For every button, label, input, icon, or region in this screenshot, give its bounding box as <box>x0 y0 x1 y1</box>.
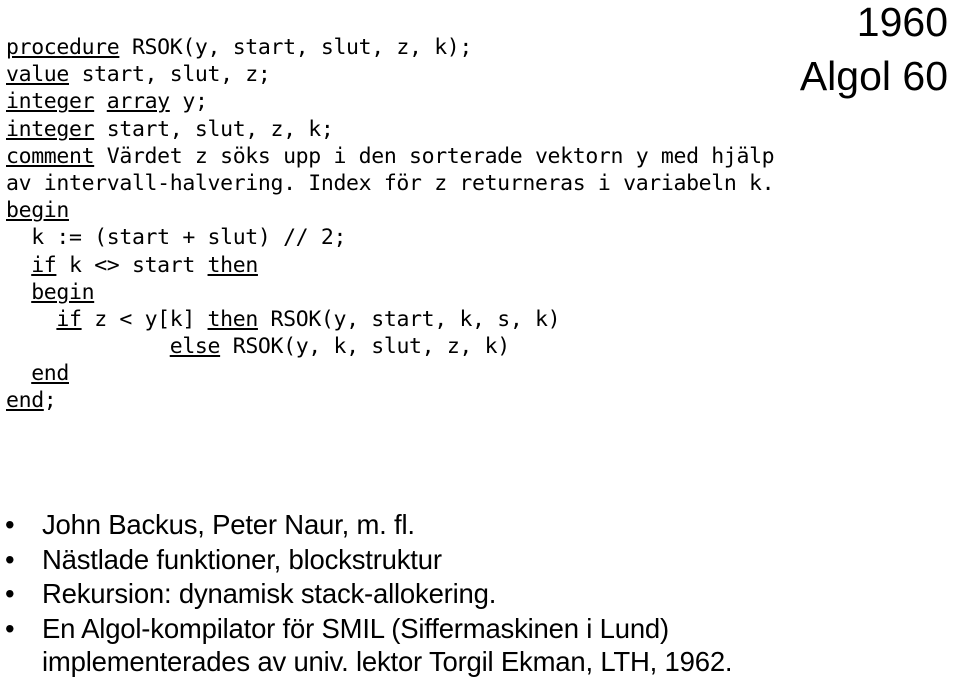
code-keyword: if <box>56 306 82 332</box>
code-line: k := (start + slut) // 2; <box>6 224 774 251</box>
code-keyword: then <box>207 306 259 332</box>
code-line: integer array y; <box>6 88 774 115</box>
code-line: comment Värdet z söks upp i den sorterad… <box>6 143 775 170</box>
code-text: RSOK(y, k, slut, z, k) <box>220 334 510 360</box>
list-item-label-continued: implementerades av univ. lektor Torgil E… <box>42 645 733 677</box>
code-line: end; <box>6 387 774 414</box>
bullet-icon: • <box>5 612 15 644</box>
code-keyword: comment <box>6 143 95 169</box>
list-item: • En Algol-kompilator för SMIL (Siffermas… <box>0 612 960 678</box>
bullet-icon: • <box>5 543 15 575</box>
code-line: begin <box>6 279 774 306</box>
code-line: integer start, slut, z, k; <box>6 116 774 143</box>
code-keyword: begin <box>31 279 95 305</box>
code-line: value start, slut, z; <box>6 61 774 88</box>
code-text: Värdet z söks upp i den sorterade vektor… <box>94 143 775 169</box>
code-line: end <box>6 360 774 387</box>
code-keyword: if <box>31 252 57 278</box>
code-text: av intervall-halvering. Index för z retu… <box>6 170 775 196</box>
code-keyword: value <box>6 62 69 88</box>
code-text: start, slut, z; <box>68 62 271 88</box>
code-keyword: else <box>169 334 221 360</box>
code-text: k <> start <box>56 252 208 278</box>
code-line: if z < y[k] then RSOK(y, start, k, s, k) <box>6 306 774 333</box>
code-text: k := (start + slut) // 2; <box>6 225 347 251</box>
code-line: if k <> start then <box>6 252 774 279</box>
algol-code-listing: procedure RSOK(y, start, slut, z, k); val… <box>6 34 775 415</box>
code-line: av intervall-halvering. Index för z retu… <box>6 170 775 197</box>
bullet-icon: • <box>5 578 15 609</box>
list-item-label: John Backus, Peter Naur, m. fl. <box>42 509 415 540</box>
code-text: start, slut, z, k; <box>94 116 334 142</box>
bullet-list: • John Backus, Peter Naur, m. fl. • Nästlad… <box>0 508 960 678</box>
bullet-icon: • <box>5 509 15 540</box>
code-line: else RSOK(y, k, slut, z, k) <box>6 333 774 360</box>
code-keyword: then <box>207 252 259 278</box>
code-line: begin <box>6 197 774 224</box>
code-text: RSOK(y, start, slut, z, k); <box>119 35 472 60</box>
code-keyword: procedure <box>6 35 120 60</box>
code-keyword: end <box>6 388 44 414</box>
code-line: procedure RSOK(y, start, slut, z, k); <box>6 34 774 61</box>
code-keyword: begin <box>6 198 69 224</box>
code-keyword: integer <box>6 116 95 142</box>
list-item-label: Nästlade funktioner, blockstruktur <box>42 543 442 575</box>
code-keyword: array <box>106 89 170 115</box>
list-item: • Rekursion: dynamisk stack-allokering. <box>0 577 960 610</box>
code-text: y; <box>169 89 208 115</box>
list-item-label: En Algol-kompilator för SMIL (Siffermask… <box>42 612 669 644</box>
code-keyword: integer <box>6 89 95 115</box>
list-item-label: Rekursion: dynamisk stack-allokering. <box>42 578 497 609</box>
code-keyword: end <box>31 361 69 387</box>
code-text: RSOK(y, start, k, s, k) <box>257 306 561 332</box>
list-item: • John Backus, Peter Naur, m. fl. <box>0 508 960 541</box>
list-item: • Nästlade funktioner, blockstruktur <box>0 543 960 576</box>
code-text: z < y[k] <box>81 306 208 332</box>
code-text: ; <box>43 388 57 414</box>
slide-canvas: 1960 Algol 60 procedure RSOK(y, start, s… <box>0 0 960 692</box>
